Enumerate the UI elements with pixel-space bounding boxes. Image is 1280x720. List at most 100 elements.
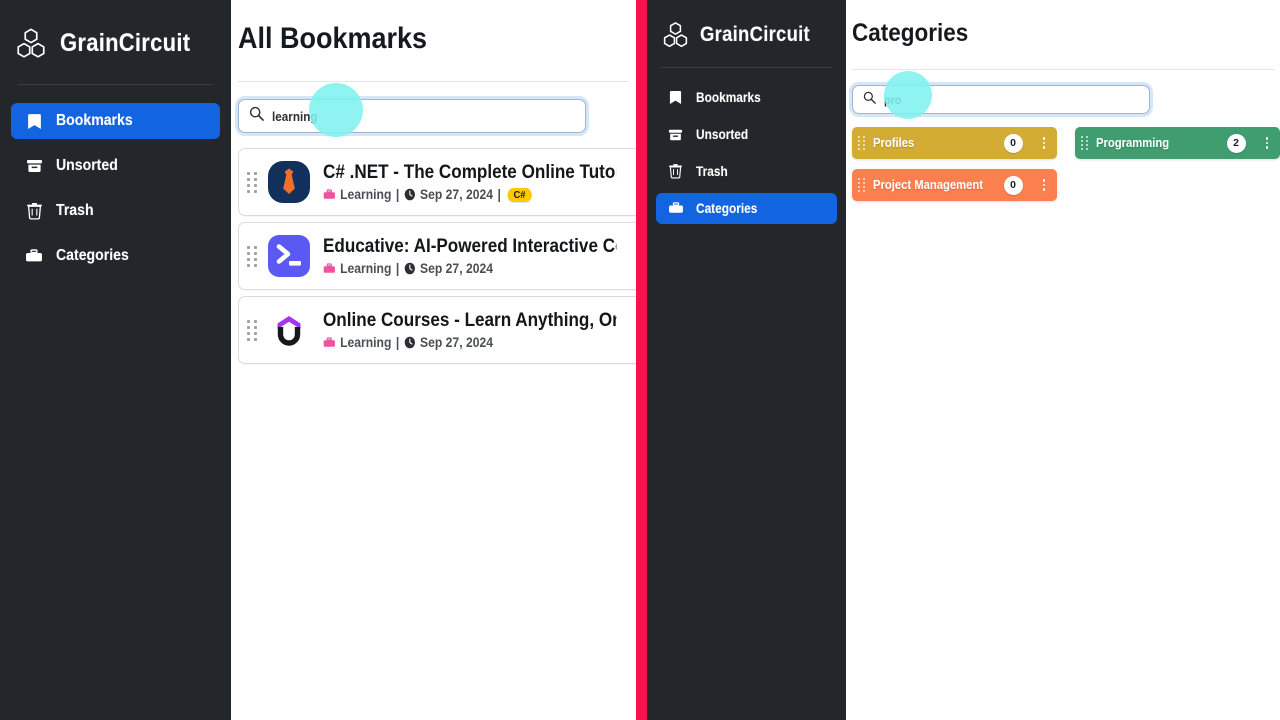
drag-handle-icon[interactable] — [243, 171, 261, 193]
trash-icon — [667, 164, 684, 179]
left-title-divider — [238, 81, 629, 82]
right-brand-name: GrainCircuit — [700, 22, 810, 46]
left-nav: Bookmarks Unsorted Trash Categories — [0, 85, 231, 274]
briefcase-icon — [323, 337, 336, 349]
search-input[interactable]: pro — [852, 85, 1150, 114]
bookmark-row[interactable]: Educative: AI-Powered Interactive Course… — [238, 222, 636, 290]
sidebar-item-unsorted[interactable]: Unsorted — [11, 148, 220, 184]
bookmark-title[interactable]: Online Courses - Learn Anything, On Your… — [323, 310, 616, 332]
bookmark-date: Sep 27, 2024 — [420, 335, 493, 351]
category-card-programming[interactable]: Programming 2 — [1075, 127, 1280, 159]
category-count-badge: 0 — [1003, 133, 1023, 153]
meta-separator: | — [395, 187, 400, 203]
category-card-profiles[interactable]: Profiles 0 — [852, 127, 1057, 159]
bookmark-row[interactable]: C# .NET - The Complete Online Tutorials … — [238, 148, 636, 216]
right-window: GrainCircuit Bookmarks Unsorted Trash Ca… — [647, 0, 1280, 720]
kebab-menu-icon[interactable] — [1262, 135, 1273, 151]
clock-icon — [404, 262, 416, 275]
right-content: Categories pro Profiles 0 Programming 2 … — [846, 0, 1280, 720]
right-title-divider — [852, 69, 1274, 70]
drag-handle-icon[interactable] — [243, 319, 261, 341]
category-name: Programming — [1096, 136, 1170, 150]
bookmark-meta: Learning | Sep 27, 2024 — [323, 335, 616, 350]
page-title: Categories — [852, 19, 969, 47]
drag-handle-icon[interactable] — [858, 136, 865, 150]
left-window: GrainCircuit Bookmarks Unsorted Trash Ca… — [0, 0, 636, 720]
briefcase-icon — [323, 189, 336, 201]
sidebar-item-categories-label: Categories — [56, 247, 129, 264]
right-sidebar: GrainCircuit Bookmarks Unsorted Trash Ca… — [647, 0, 846, 720]
csharp-corner-tie-icon — [265, 158, 313, 206]
drag-handle-icon[interactable] — [1081, 136, 1088, 150]
meta-separator: | — [497, 187, 501, 203]
category-count-badge: 0 — [1003, 175, 1023, 195]
sidebar-item-unsorted-label: Unsorted — [696, 127, 749, 142]
meta-separator: | — [395, 335, 400, 351]
sidebar-item-trash-label: Trash — [696, 164, 728, 179]
briefcase-icon — [24, 248, 44, 264]
sidebar-item-bookmarks[interactable]: Bookmarks — [11, 103, 220, 139]
left-brand-name: GrainCircuit — [60, 28, 191, 57]
bookmark-title[interactable]: Educative: AI-Powered Interactive Course… — [323, 236, 616, 258]
bookmark-info: Educative: AI-Powered Interactive Course… — [323, 236, 636, 277]
bookmark-info: C# .NET - The Complete Online Tutorials … — [323, 162, 636, 203]
sidebar-item-categories[interactable]: Categories — [11, 238, 220, 274]
search-icon — [249, 106, 264, 126]
bookmark-info: Online Courses - Learn Anything, On Your… — [323, 310, 636, 351]
inbox-icon — [667, 128, 684, 142]
category-name: Profiles — [873, 136, 915, 150]
left-search-wrap: learning — [238, 99, 586, 133]
sidebar-item-unsorted[interactable]: Unsorted — [656, 119, 837, 150]
left-content: All Bookmarks learning C# .NET - The Com… — [231, 0, 636, 720]
sidebar-item-bookmarks-label: Bookmarks — [56, 112, 133, 129]
right-nav: Bookmarks Unsorted Trash Categories — [647, 68, 846, 224]
sidebar-item-bookmarks[interactable]: Bookmarks — [656, 82, 837, 113]
sidebar-item-categories[interactable]: Categories — [656, 193, 837, 224]
kebab-menu-icon[interactable] — [1039, 135, 1050, 151]
bookmark-row[interactable]: Online Courses - Learn Anything, On Your… — [238, 296, 636, 364]
search-input-value: pro — [884, 92, 902, 107]
trash-icon — [24, 202, 44, 220]
page-title: All Bookmarks — [238, 22, 428, 55]
drag-handle-icon[interactable] — [243, 245, 261, 267]
bookmark-date: Sep 27, 2024 — [420, 261, 493, 277]
briefcase-icon — [667, 202, 684, 215]
sidebar-item-trash[interactable]: Trash — [11, 193, 220, 229]
bookmarks-list: C# .NET - The Complete Online Tutorials … — [238, 148, 636, 364]
educative-terminal-icon — [265, 232, 313, 280]
bookmark-title[interactable]: C# .NET - The Complete Online Tutorials — [323, 162, 616, 184]
bookmark-category: Learning — [340, 261, 392, 277]
bookmark-icon — [667, 90, 684, 105]
sidebar-item-trash-label: Trash — [56, 202, 94, 219]
right-brand: GrainCircuit — [647, 0, 846, 49]
inbox-icon — [24, 158, 44, 174]
udemy-u-icon — [265, 306, 313, 354]
category-count-badge: 2 — [1226, 133, 1246, 153]
sidebar-item-bookmarks-label: Bookmarks — [696, 90, 761, 105]
drag-handle-icon[interactable] — [858, 178, 865, 192]
bookmark-category: Learning — [340, 335, 392, 351]
clock-icon — [404, 188, 416, 201]
search-icon — [863, 91, 876, 109]
left-sidebar: GrainCircuit Bookmarks Unsorted Trash Ca… — [0, 0, 231, 720]
category-name: Project Management — [873, 178, 984, 192]
kebab-menu-icon[interactable] — [1039, 177, 1050, 193]
clock-icon — [404, 336, 416, 349]
sidebar-item-categories-label: Categories — [696, 201, 758, 216]
bookmark-meta: Learning | Sep 27, 2024 | C# — [323, 187, 616, 202]
meta-separator: | — [395, 261, 400, 277]
bookmark-tag[interactable]: C# — [507, 187, 532, 202]
sidebar-item-unsorted-label: Unsorted — [56, 157, 118, 174]
screen: GrainCircuit Bookmarks Unsorted Trash Ca… — [0, 0, 1280, 720]
briefcase-icon — [323, 263, 336, 275]
cubes-logo-icon — [14, 26, 48, 60]
category-card-project-management[interactable]: Project Management 0 — [852, 169, 1057, 201]
right-search-wrap: pro — [852, 85, 1150, 114]
bookmark-meta: Learning | Sep 27, 2024 — [323, 261, 616, 276]
categories-grid: Profiles 0 Programming 2 Project Managem… — [852, 127, 1280, 201]
search-input[interactable]: learning — [238, 99, 586, 133]
window-split-divider[interactable] — [636, 0, 647, 720]
bookmark-date: Sep 27, 2024 — [420, 187, 493, 203]
sidebar-item-trash[interactable]: Trash — [656, 156, 837, 187]
bookmark-category: Learning — [340, 187, 392, 203]
